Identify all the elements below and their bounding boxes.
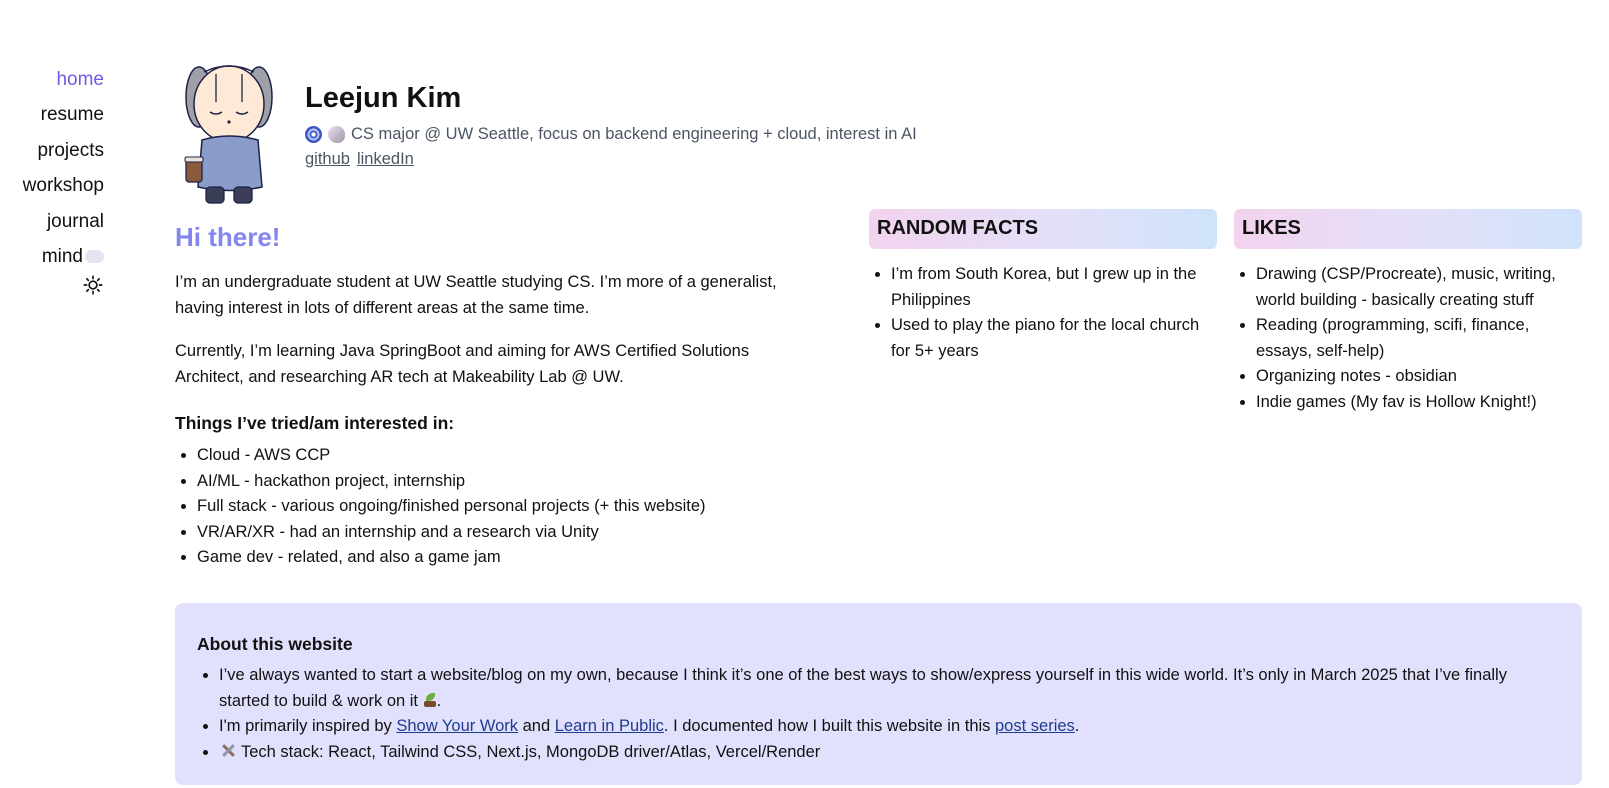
list-item: I’ve always wanted to start a website/bl…: [197, 663, 1560, 714]
about-item-2-end: .: [1074, 717, 1080, 735]
about-item-2-mid2: . I documented how I built this website …: [663, 717, 995, 735]
profile-links: github linkedIn: [305, 150, 414, 169]
about-list: I’ve always wanted to start a website/bl…: [197, 663, 1560, 765]
list-item: Tech stack: React, Tailwind CSS, Next.js…: [197, 740, 1560, 766]
profile-name: Leejun Kim: [305, 82, 462, 114]
intro-paragraph-2: Currently, I’m learning Java SpringBoot …: [175, 342, 750, 386]
list-item: I’m from South Korea, but I grew up in t…: [869, 262, 1214, 313]
nav-item-journal[interactable]: journal: [0, 204, 104, 239]
linkedin-link[interactable]: linkedIn: [357, 150, 414, 169]
list-item: Used to play the piano for the local chu…: [869, 313, 1214, 364]
shell-emoji-icon: [328, 126, 345, 143]
greeting-heading: Hi there!: [175, 222, 281, 252]
interests-list: Cloud - AWS CCP AI/ML - hackathon projec…: [175, 443, 815, 571]
likes-list: Drawing (CSP/Procreate), music, writing,…: [1234, 262, 1579, 415]
about-item-3-text: Tech stack: React, Tailwind CSS, Next.js…: [241, 742, 821, 761]
about-title: About this website: [197, 634, 353, 654]
avatar: [184, 65, 273, 204]
list-item: Full stack - various ongoing/finished pe…: [175, 494, 815, 520]
thought-bubble-icon: [85, 249, 104, 263]
list-item: Reading (programming, scifi, finance, es…: [1234, 313, 1579, 364]
sun-icon[interactable]: [82, 274, 104, 296]
about-item-2-mid1: and: [518, 717, 555, 735]
post-series-link[interactable]: post series: [995, 717, 1075, 735]
list-item: Game dev - related, and also a game jam: [175, 545, 815, 571]
list-item: Indie games (My fav is Hollow Knight!): [1234, 390, 1579, 416]
list-item: Cloud - AWS CCP: [175, 443, 815, 469]
list-item: Drawing (CSP/Procreate), music, writing,…: [1234, 262, 1579, 313]
show-your-work-link[interactable]: Show Your Work: [396, 717, 518, 735]
github-link[interactable]: github: [305, 150, 350, 169]
interests-heading: Things I’ve tried/am interested in:: [175, 413, 455, 433]
list-item: I'm primarily inspired by Show Your Work…: [197, 714, 1560, 740]
about-website-panel: About this website I’ve always wanted to…: [175, 603, 1582, 785]
tagline-text: CS major @ UW Seattle, focus on backend …: [351, 125, 917, 143]
random-facts-heading: RANDOM FACTS: [869, 209, 1217, 249]
swirl-emoji-icon: [305, 126, 322, 143]
nav-item-projects[interactable]: projects: [0, 133, 104, 168]
intro-paragraph-1: I’m an undergraduate student at UW Seatt…: [175, 273, 777, 317]
list-item: Organizing notes - obsidian: [1234, 364, 1579, 390]
list-item: VR/AR/XR - had an internship and a resea…: [175, 520, 815, 546]
profile-tagline: CS major @ UW Seattle, focus on backend …: [305, 125, 917, 144]
nav-item-home[interactable]: home: [0, 62, 104, 97]
nav-item-mind[interactable]: mind: [0, 239, 104, 274]
tools-icon: [219, 743, 237, 759]
nav-item-resume[interactable]: resume: [0, 97, 104, 132]
likes-heading: LIKES: [1234, 209, 1582, 249]
sprout-icon: [423, 692, 437, 708]
nav-item-workshop[interactable]: workshop: [0, 168, 104, 203]
learn-in-public-link[interactable]: Learn in Public: [555, 717, 664, 735]
about-item-2-pre: I'm primarily inspired by: [219, 717, 397, 735]
nav-item-mind-label: mind: [41, 246, 83, 268]
about-item-1-text: I’ve always wanted to start a website/bl…: [219, 666, 1507, 710]
list-item: AI/ML - hackathon project, internship: [175, 469, 815, 495]
about-item-1-end: .: [436, 691, 442, 710]
sidebar-nav: home resume projects workshop journal mi…: [0, 62, 104, 296]
random-facts-list: I’m from South Korea, but I grew up in t…: [869, 262, 1214, 364]
